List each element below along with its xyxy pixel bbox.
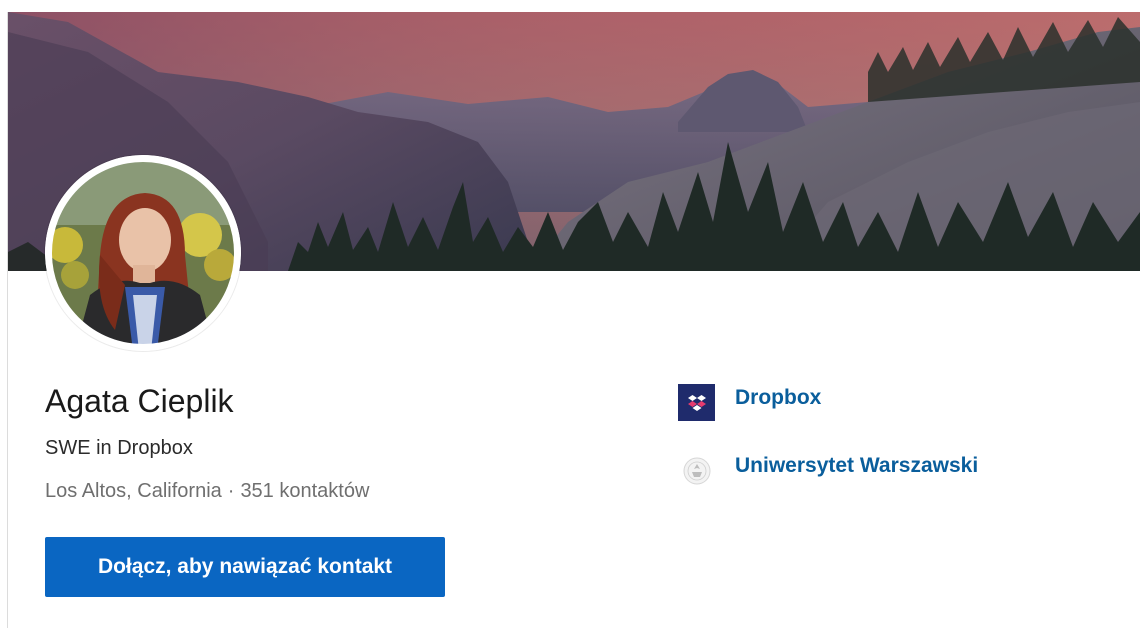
dropbox-logo-icon	[678, 384, 715, 421]
profile-headline: SWE in Dropbox	[45, 437, 193, 459]
university-logo-icon	[678, 452, 715, 489]
join-to-connect-button[interactable]: Dołącz, aby nawiązać kontakt	[45, 537, 445, 597]
profile-name: Agata Cieplik	[45, 383, 234, 419]
organization-name[interactable]: Dropbox	[735, 386, 821, 410]
profile-connections: 351 kontaktów	[240, 480, 370, 502]
organization-university[interactable]: Uniwersytet Warszawski	[678, 452, 978, 489]
meta-separator: ·	[227, 480, 235, 502]
profile-location: Los Altos, California	[45, 480, 222, 502]
profile-meta: Los Altos, California · 351 kontaktów	[45, 480, 369, 503]
organization-dropbox[interactable]: Dropbox	[678, 384, 821, 421]
profile-avatar[interactable]	[45, 155, 241, 351]
organization-name[interactable]: Uniwersytet Warszawski	[735, 454, 978, 478]
